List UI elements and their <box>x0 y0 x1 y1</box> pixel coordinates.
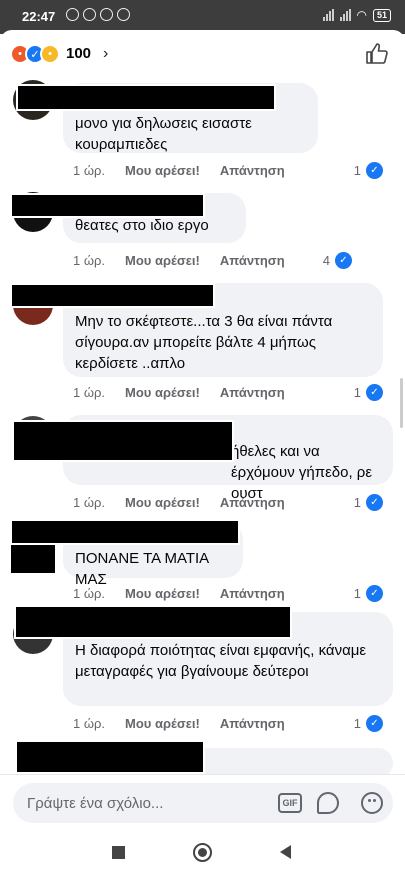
notification-icons <box>66 8 130 21</box>
like-outline-icon[interactable] <box>365 42 389 66</box>
comment-time: 1 ώρ. <box>73 163 105 178</box>
comment-time: 1 ώρ. <box>73 253 105 268</box>
sticker-icon[interactable] <box>317 792 339 814</box>
like-badge-icon[interactable]: ✓ <box>366 384 383 401</box>
reaction-icons: • ✓ • <box>10 44 60 64</box>
comment-actions: 1 ώρ. Μου αρέσει! Απάντηση <box>73 253 305 268</box>
redacted-name <box>10 193 205 218</box>
chevron-right-icon[interactable]: › <box>103 45 108 63</box>
signal-icon <box>322 9 334 21</box>
gif-icon[interactable]: GIF <box>278 793 302 813</box>
comment-actions: 1 ώρ. Μου αρέσει! Απάντηση <box>73 586 305 601</box>
like-badge-icon[interactable]: ✓ <box>366 585 383 602</box>
reaction-count: 1 <box>353 385 361 400</box>
comment-actions: 1 ώρ. Μου αρέσει! Απάντηση <box>73 163 305 178</box>
emoji-icon[interactable] <box>361 792 383 814</box>
reaction-count: 1 <box>353 163 361 178</box>
comment-actions: 1 ώρ. Μου αρέσει! Απάντηση <box>73 716 305 731</box>
wifi-icon: ◠ <box>356 8 367 22</box>
redacted-name <box>10 283 215 308</box>
like-badge-icon[interactable]: ✓ <box>335 252 352 269</box>
status-right: ◠ 51 <box>322 8 391 22</box>
like-badge-icon[interactable]: ✓ <box>366 494 383 511</box>
comment-time: 1 ώρ. <box>73 385 105 400</box>
redacted-name <box>10 519 240 545</box>
system-nav-bar <box>0 828 405 878</box>
like-button[interactable]: Μου αρέσει! <box>125 163 200 178</box>
reply-button[interactable]: Απάντηση <box>220 253 285 268</box>
whatsapp-icon <box>83 8 96 21</box>
reply-button[interactable]: Απάντηση <box>220 163 285 178</box>
back-icon[interactable] <box>280 845 291 859</box>
reply-button[interactable]: Απάντηση <box>220 495 285 510</box>
redacted-name <box>14 605 292 639</box>
reactions-header[interactable]: • ✓ • 100 › <box>0 30 405 82</box>
redacted-name <box>12 420 234 462</box>
comment-time: 1 ώρ. <box>73 495 105 510</box>
comment-time: 1 ώρ. <box>73 716 105 731</box>
recent-apps-icon[interactable] <box>112 846 125 859</box>
reply-button[interactable]: Απάντηση <box>220 716 285 731</box>
battery-icon: 51 <box>372 8 391 22</box>
comment-input[interactable] <box>13 783 263 823</box>
facebook-icon <box>117 8 130 21</box>
comment-actions: 1 ώρ. Μου αρέσει! Απάντηση <box>73 385 305 400</box>
reply-button[interactable]: Απάντηση <box>220 586 285 601</box>
reaction-count: 1 <box>353 495 361 510</box>
like-badge-icon[interactable]: ✓ <box>366 715 383 732</box>
reaction-count: 1 <box>353 716 361 731</box>
reaction-count: 100 <box>66 45 92 62</box>
redacted-name <box>15 740 205 774</box>
like-badge-icon[interactable]: ✓ <box>366 162 383 179</box>
comment-input-wrap: GIF <box>13 783 393 823</box>
comment-composer: GIF <box>0 774 405 832</box>
scrollbar[interactable] <box>400 378 403 428</box>
like-button[interactable]: Μου αρέσει! <box>125 495 200 510</box>
like-button[interactable]: Μου αρέσει! <box>125 586 200 601</box>
redacted-name <box>16 84 276 111</box>
viber-icon <box>100 8 113 21</box>
reaction-count: 4 <box>322 253 330 268</box>
haha-reaction-icon: • <box>40 44 60 64</box>
reaction-count: 1 <box>353 586 361 601</box>
like-button[interactable]: Μου αρέσει! <box>125 385 200 400</box>
like-button[interactable]: Μου αρέσει! <box>125 253 200 268</box>
signal2-icon <box>339 9 351 21</box>
comment-actions: 1 ώρ. Μου αρέσει! Απάντηση <box>73 495 305 510</box>
comment-time: 1 ώρ. <box>73 586 105 601</box>
status-time: 22:47 <box>22 9 56 24</box>
home-icon[interactable] <box>193 843 212 862</box>
messenger-icon <box>66 8 79 21</box>
like-button[interactable]: Μου αρέσει! <box>125 716 200 731</box>
status-bar: 22:47 ◠ 51 <box>0 0 405 34</box>
reply-button[interactable]: Απάντηση <box>220 385 285 400</box>
